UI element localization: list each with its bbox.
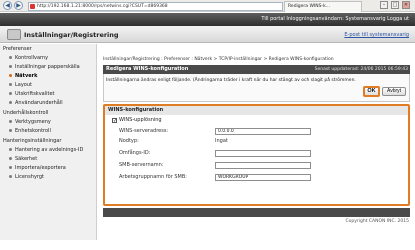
sidebar-item-label: Layout xyxy=(15,82,32,88)
sidebar-item-label: Inställningar papperskälla xyxy=(15,64,80,70)
bullet-icon xyxy=(9,175,12,178)
sidebar-item-department-id[interactable]: Hantering av avdelnings-ID xyxy=(9,147,83,153)
bullet-icon xyxy=(9,74,12,77)
sidebar-item-label: Utskriftskvalitet xyxy=(15,91,55,97)
wins-server-address-input[interactable] xyxy=(215,128,311,135)
change-note: Inställningarna ändras enligt följande. … xyxy=(106,78,356,83)
bullet-icon xyxy=(9,65,12,68)
top-links[interactable]: Till portal Inloggningsanvändarn: System… xyxy=(261,13,409,26)
sidebar-item-device-control[interactable]: Enhetskontroll xyxy=(9,128,51,134)
sidebar-item-print-quality[interactable]: Utskriftskvalitet xyxy=(9,91,55,97)
node-type-value: Ingat xyxy=(215,138,228,144)
wins-resolution-label: WINS-upplösning xyxy=(119,117,162,123)
bullet-icon xyxy=(9,56,12,59)
copyright-text: Copyright CANON INC. 2015 xyxy=(345,219,410,224)
bullet-icon xyxy=(9,101,12,104)
forward-arrow-icon: ▶ xyxy=(16,2,21,9)
sidebar-item-license[interactable]: Licenshyrgt xyxy=(9,174,44,180)
sidebar-item-network[interactable]: Nätverk xyxy=(9,73,37,79)
sidebar-item-kontrollvarny[interactable]: Kontrollvarny xyxy=(9,55,48,61)
section-title: WINS-konfiguration xyxy=(105,106,408,115)
wins-resolution-checkbox[interactable]: ✓ xyxy=(112,118,118,124)
footer-bar xyxy=(103,208,410,217)
sidebar-item-label: Importera/exportera xyxy=(15,165,66,171)
sidebar-group-management: Hanteringsinställningar xyxy=(3,138,62,144)
cancel-button[interactable]: Avbryt xyxy=(382,87,406,96)
sidebar-item-layout[interactable]: Layout xyxy=(9,82,32,88)
sidebar-item-label: Hantering av avdelnings-ID xyxy=(15,147,84,153)
close-window-button[interactable]: ✕ xyxy=(402,1,410,9)
scope-id-label: Omfångs-ID: xyxy=(119,150,151,156)
panel-title: Redigera WINS-konfiguration xyxy=(106,66,189,72)
sidebar-item-import-export[interactable]: Importera/exportera xyxy=(9,165,66,171)
sidebar-item-user-maintenance[interactable]: Användarunderhåll xyxy=(9,100,63,106)
bullet-icon xyxy=(9,83,12,86)
ok-button[interactable]: OK xyxy=(363,86,380,97)
smb-workgroup-input[interactable] xyxy=(215,174,311,181)
bullet-icon xyxy=(9,166,12,169)
sidebar-item-label: Kontrollvarny xyxy=(15,55,49,61)
wins-server-address-label: WINS-serveradress: xyxy=(119,128,169,134)
bullet-icon xyxy=(9,129,12,132)
smb-server-name-label: SMB-servernamn: xyxy=(119,162,164,168)
breadcrumb: Inställningar/Registrering : Preferenser… xyxy=(103,57,334,62)
node-type-label: Nodtyp: xyxy=(119,138,139,144)
checkmark-icon: ✓ xyxy=(113,118,118,124)
bullet-icon xyxy=(9,92,12,95)
browser-tab[interactable]: Redigera WINS-k... xyxy=(284,1,362,12)
back-button[interactable]: ◀ xyxy=(3,1,12,10)
sidebar-item-tool-menu[interactable]: Verktygsmeny xyxy=(9,119,51,125)
sidebar-item-label: Enhetskontroll xyxy=(15,128,51,134)
sidebar-item-label: Licenshyrgt xyxy=(15,174,45,180)
page-title: Inställningar/Registrering xyxy=(24,31,119,39)
forward-button[interactable]: ▶ xyxy=(14,1,23,10)
sidebar-group-preferences: Preferenser xyxy=(3,46,32,52)
smb-server-name-input[interactable] xyxy=(215,162,311,169)
sidebar-item-security[interactable]: Säkerhet xyxy=(9,156,37,162)
back-arrow-icon: ◀ xyxy=(5,2,10,9)
maximize-button[interactable]: □ xyxy=(391,1,399,9)
bullet-icon xyxy=(9,157,12,160)
bullet-icon xyxy=(9,148,12,151)
last-updated-text: Senast uppdaterad: 24/06 2015 06:59:43 xyxy=(314,67,408,72)
printer-icon xyxy=(7,29,21,40)
sidebar-item-paper-source[interactable]: Inställningar papperskälla xyxy=(9,64,80,70)
sidebar-item-label: Användarunderhåll xyxy=(15,100,63,106)
email-admin-link[interactable]: E-post till systemansvarig xyxy=(344,27,409,43)
scope-id-input[interactable] xyxy=(215,150,311,157)
smb-workgroup-label: Arbetsgruppnamn för SMB: xyxy=(119,174,187,180)
sidebar-item-label: Säkerhet xyxy=(15,156,38,162)
site-icon xyxy=(30,4,35,9)
sidebar-group-maintenance: Underhållskontroll xyxy=(3,110,49,116)
minimize-button[interactable]: – xyxy=(380,1,388,9)
address-bar[interactable]: http://192.168.1.21:8000/rps/netwins.cgi… xyxy=(28,2,283,11)
sidebar-item-label: Verktygsmeny xyxy=(15,119,51,125)
bullet-icon xyxy=(9,120,12,123)
sidebar-item-label: Nätverk xyxy=(15,73,38,79)
